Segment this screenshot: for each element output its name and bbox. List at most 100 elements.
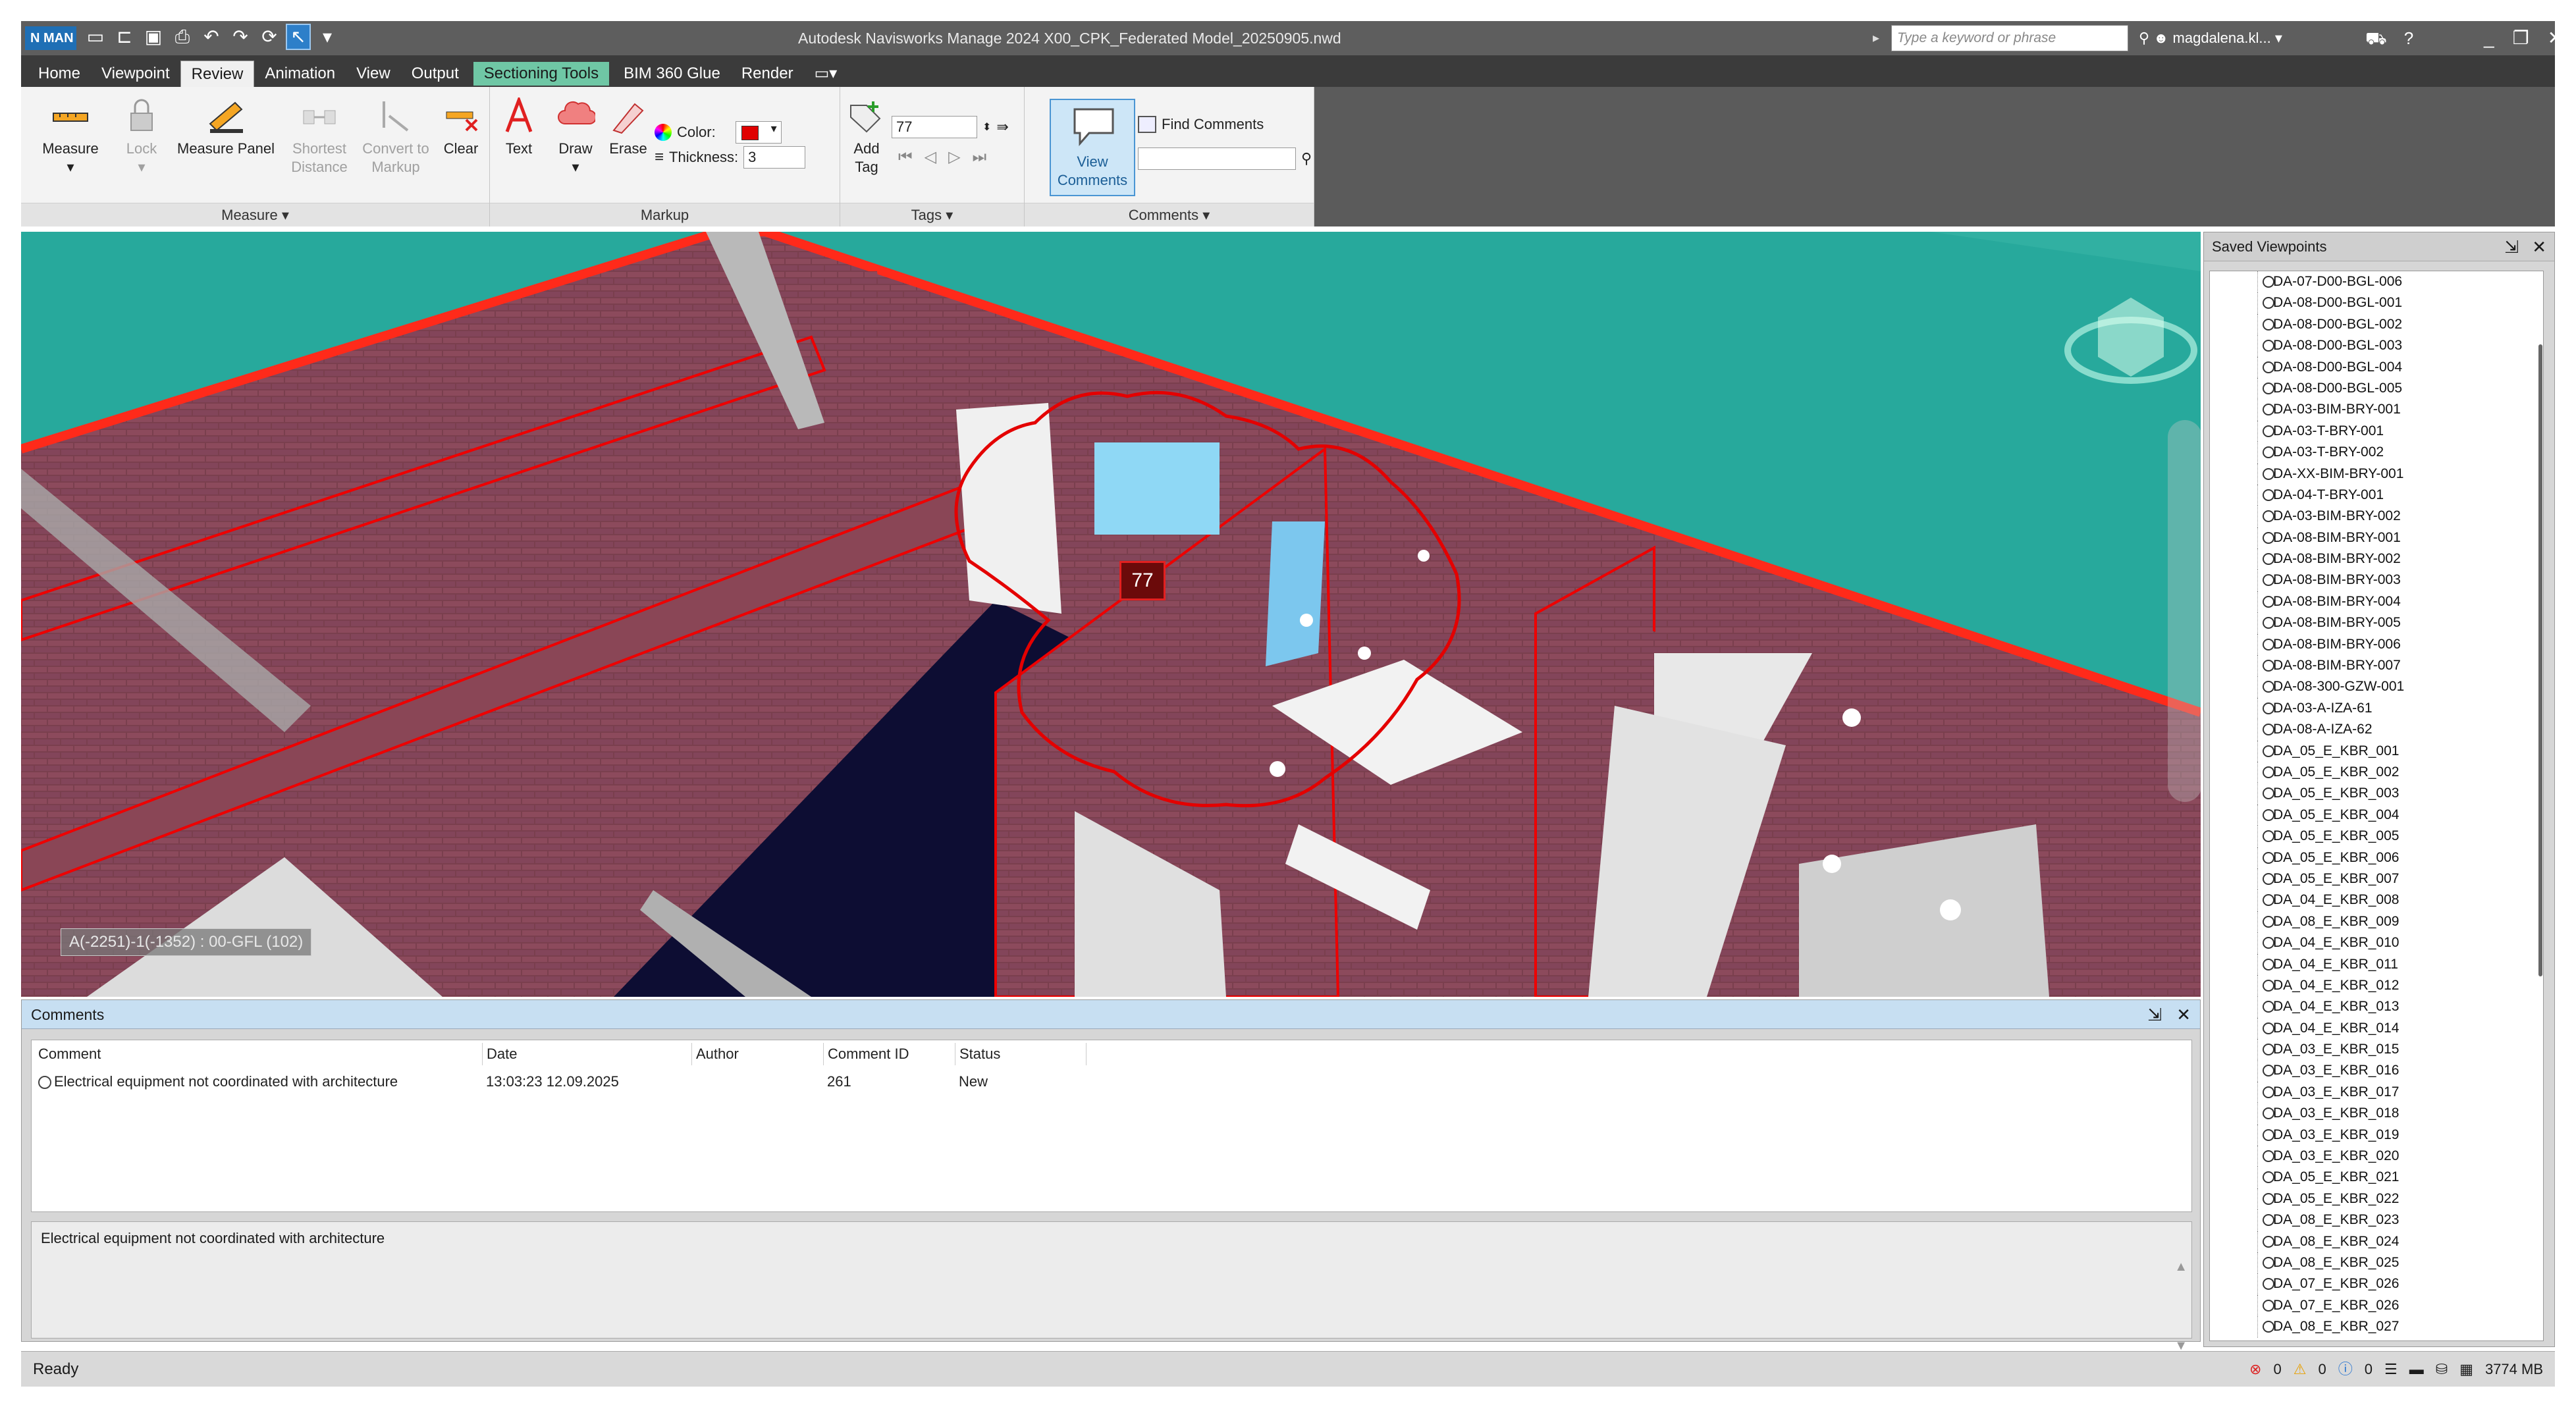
navigation-bar[interactable] — [2168, 420, 2201, 802]
redo-icon[interactable]: ↷ — [229, 25, 252, 49]
tag-marker[interactable]: 77 — [1119, 561, 1166, 600]
viewpoint-item[interactable]: DA-08-D00-BGL-002 — [2210, 313, 2543, 336]
viewpoint-item[interactable]: DA-07-D00-BGL-006 — [2210, 271, 2543, 293]
next-tag-icon[interactable]: ▷ — [948, 147, 960, 167]
sv-close-icon[interactable]: ✕ — [2532, 232, 2546, 261]
comments-panel-footer[interactable]: Comments ▾ — [1025, 203, 1314, 226]
tags-panel-footer[interactable]: Tags ▾ — [840, 203, 1024, 226]
viewpoint-item[interactable]: DA_03_E_KBR_016 — [2210, 1060, 2543, 1082]
tab-render[interactable]: Render — [731, 61, 804, 87]
ribbon-options-icon[interactable]: ▭▾ — [804, 61, 848, 87]
help-search-input[interactable]: Type a keyword or phrase — [1891, 25, 2128, 51]
viewpoint-item[interactable]: DA-03-BIM-BRY-001 — [2210, 399, 2543, 421]
viewpoint-item[interactable]: DA_05_E_KBR_021 — [2210, 1167, 2543, 1189]
first-tag-icon[interactable]: ⏮ — [898, 148, 913, 167]
comment-detail-box[interactable]: Electrical equipment not coordinated wit… — [31, 1221, 2192, 1353]
viewpoint-item[interactable]: DA-03-A-IZA-61 — [2210, 697, 2543, 720]
select-icon[interactable]: ↖ — [286, 24, 311, 50]
viewpoint-item[interactable]: DA-08-BIM-BRY-001 — [2210, 527, 2543, 549]
convert-to-markup-button[interactable]: Convert to Markup — [360, 97, 432, 176]
lock-button[interactable]: Lock ▾ — [119, 97, 165, 176]
erase-button[interactable]: Erase — [606, 97, 651, 158]
tab-bim360-glue[interactable]: BIM 360 Glue — [613, 61, 731, 87]
viewpoint-item[interactable]: DA-08-A-IZA-62 — [2210, 719, 2543, 741]
viewpoint-item[interactable]: DA-03-T-BRY-002 — [2210, 442, 2543, 464]
3d-viewport[interactable]: 77 A(-2251)-1(-1352) : 00-GFL (102) — [21, 232, 2201, 997]
viewpoint-item[interactable]: DA_04_E_KBR_012 — [2210, 974, 2543, 997]
viewpoint-item[interactable]: DA_03_E_KBR_018 — [2210, 1103, 2543, 1125]
new-icon[interactable]: ▭ — [84, 25, 107, 49]
viewpoint-item[interactable]: DA-08-BIM-BRY-003 — [2210, 570, 2543, 592]
quick-find-comments-input[interactable] — [1138, 147, 1296, 170]
viewpoint-item[interactable]: DA-08-D00-BGL-001 — [2210, 292, 2543, 315]
shortest-distance-button[interactable]: Shortest Distance — [283, 97, 356, 176]
goto-tag-icon[interactable]: ⇛ — [996, 119, 1008, 136]
viewpoint-item[interactable]: DA_05_E_KBR_001 — [2210, 740, 2543, 762]
pin-icon[interactable]: ⇲ — [2147, 1000, 2162, 1029]
draw-button[interactable]: Draw ▾ — [550, 97, 601, 176]
minimize-icon[interactable]: _ — [2484, 21, 2494, 55]
tab-home[interactable]: Home — [28, 61, 91, 87]
user-account[interactable]: ⚲ ☻ magdalena.kl... ▾ — [2139, 21, 2282, 55]
sheet-browser-icon[interactable]: ☰ — [2384, 1352, 2398, 1387]
viewpoints-scrollbar[interactable] — [2538, 344, 2542, 976]
view-comments-button[interactable]: View Comments — [1050, 99, 1135, 196]
viewpoint-item[interactable]: DA_05_E_KBR_004 — [2210, 804, 2543, 826]
column-header-comment-id[interactable]: Comment ID — [823, 1043, 909, 1065]
sv-pin-icon[interactable]: ⇲ — [2504, 232, 2519, 261]
refresh-icon[interactable]: ⟳ — [258, 25, 281, 49]
tab-animation[interactable]: Animation — [254, 61, 346, 87]
tab-sectioning-tools[interactable]: Sectioning Tools — [473, 62, 610, 86]
viewpoint-item[interactable]: DA_08_E_KBR_025 — [2210, 1252, 2543, 1274]
viewpoints-tree[interactable]: DA-07-D00-BGL-006 DA-08-D00-BGL-001 DA-08-… — [2209, 271, 2544, 1341]
search-expand-icon[interactable]: ▸ — [1873, 21, 1879, 55]
viewpoint-item[interactable]: DA_05_E_KBR_006 — [2210, 847, 2543, 869]
cart-icon[interactable]: ⛟ — [2365, 21, 2387, 55]
viewpoint-item[interactable]: DA-08-BIM-BRY-004 — [2210, 591, 2543, 613]
viewpoint-item[interactable]: DA-08-300-GZW-001 — [2210, 676, 2543, 699]
viewpoint-item[interactable]: DA_04_E_KBR_014 — [2210, 1017, 2543, 1040]
viewpoint-item[interactable]: DA-08-D00-BGL-005 — [2210, 377, 2543, 400]
viewpoint-item[interactable]: DA_05_E_KBR_003 — [2210, 783, 2543, 805]
viewpoint-item[interactable]: DA-08-D00-BGL-003 — [2210, 335, 2543, 357]
last-tag-icon[interactable]: ⏭ — [973, 148, 987, 167]
viewpoint-item[interactable]: DA_05_E_KBR_022 — [2210, 1188, 2543, 1210]
viewpoint-item[interactable]: DA_08_E_KBR_009 — [2210, 911, 2543, 933]
viewpoint-item[interactable]: DA-XX-BIM-BRY-001 — [2210, 463, 2543, 485]
column-header-date[interactable]: Date — [482, 1043, 517, 1065]
print-icon[interactable]: ⎙ — [171, 25, 194, 49]
color-swatch[interactable]: ▾ — [735, 121, 782, 144]
info-icon[interactable]: ⓘ — [2338, 1352, 2353, 1387]
restore-icon[interactable]: ❐ — [2513, 21, 2529, 55]
viewpoint-item[interactable]: DA-08-BIM-BRY-006 — [2210, 633, 2543, 656]
measure-panel-footer[interactable]: Measure ▾ — [21, 203, 489, 226]
viewpoint-item[interactable]: DA_08_E_KBR_027 — [2210, 1316, 2543, 1338]
help-icon[interactable]: ? — [2404, 21, 2413, 55]
viewpoint-item[interactable]: DA_07_E_KBR_026 — [2210, 1294, 2543, 1317]
viewpoint-item[interactable]: DA-03-BIM-BRY-002 — [2210, 506, 2543, 528]
close-icon[interactable]: ✕ — [2548, 21, 2563, 55]
viewpoint-item[interactable]: DA_04_E_KBR_010 — [2210, 932, 2543, 954]
column-header-comment[interactable]: Comment — [38, 1043, 101, 1065]
find-comments-button[interactable]: Find Comments — [1138, 116, 1264, 133]
undo-icon[interactable]: ↶ — [200, 25, 223, 49]
viewpoint-item[interactable]: DA-08-D00-BGL-004 — [2210, 356, 2543, 379]
viewpoint-item[interactable]: DA_03_E_KBR_015 — [2210, 1039, 2543, 1061]
viewpoint-item[interactable]: DA_07_E_KBR_026 — [2210, 1273, 2543, 1296]
viewpoint-item[interactable]: DA-04-T-BRY-001 — [2210, 484, 2543, 506]
viewpoint-item[interactable]: DA_03_E_KBR_017 — [2210, 1081, 2543, 1103]
tab-viewpoint[interactable]: Viewpoint — [91, 61, 180, 87]
viewpoint-item[interactable]: DA_03_E_KBR_020 — [2210, 1146, 2543, 1167]
app-logo[interactable]: N MAN — [25, 26, 76, 50]
binoculars-icon[interactable]: ⚲ — [2139, 30, 2149, 46]
viewpoint-item[interactable]: DA_08_E_KBR_024 — [2210, 1231, 2543, 1253]
open-icon[interactable]: ⊏ — [113, 25, 136, 49]
column-header-status[interactable]: Status — [955, 1043, 1087, 1065]
warning-icon[interactable]: ⚠ — [2294, 1352, 2307, 1387]
viewpoint-item[interactable]: DA-08-BIM-BRY-002 — [2210, 548, 2543, 570]
viewpoint-item[interactable]: DA_04_E_KBR_008 — [2210, 889, 2543, 912]
viewpoint-item[interactable]: DA-08-BIM-BRY-007 — [2210, 655, 2543, 677]
tab-review[interactable]: Review — [180, 61, 255, 87]
error-icon[interactable]: ⊗ — [2249, 1352, 2261, 1387]
add-tag-button[interactable]: Add Tag — [845, 97, 888, 176]
